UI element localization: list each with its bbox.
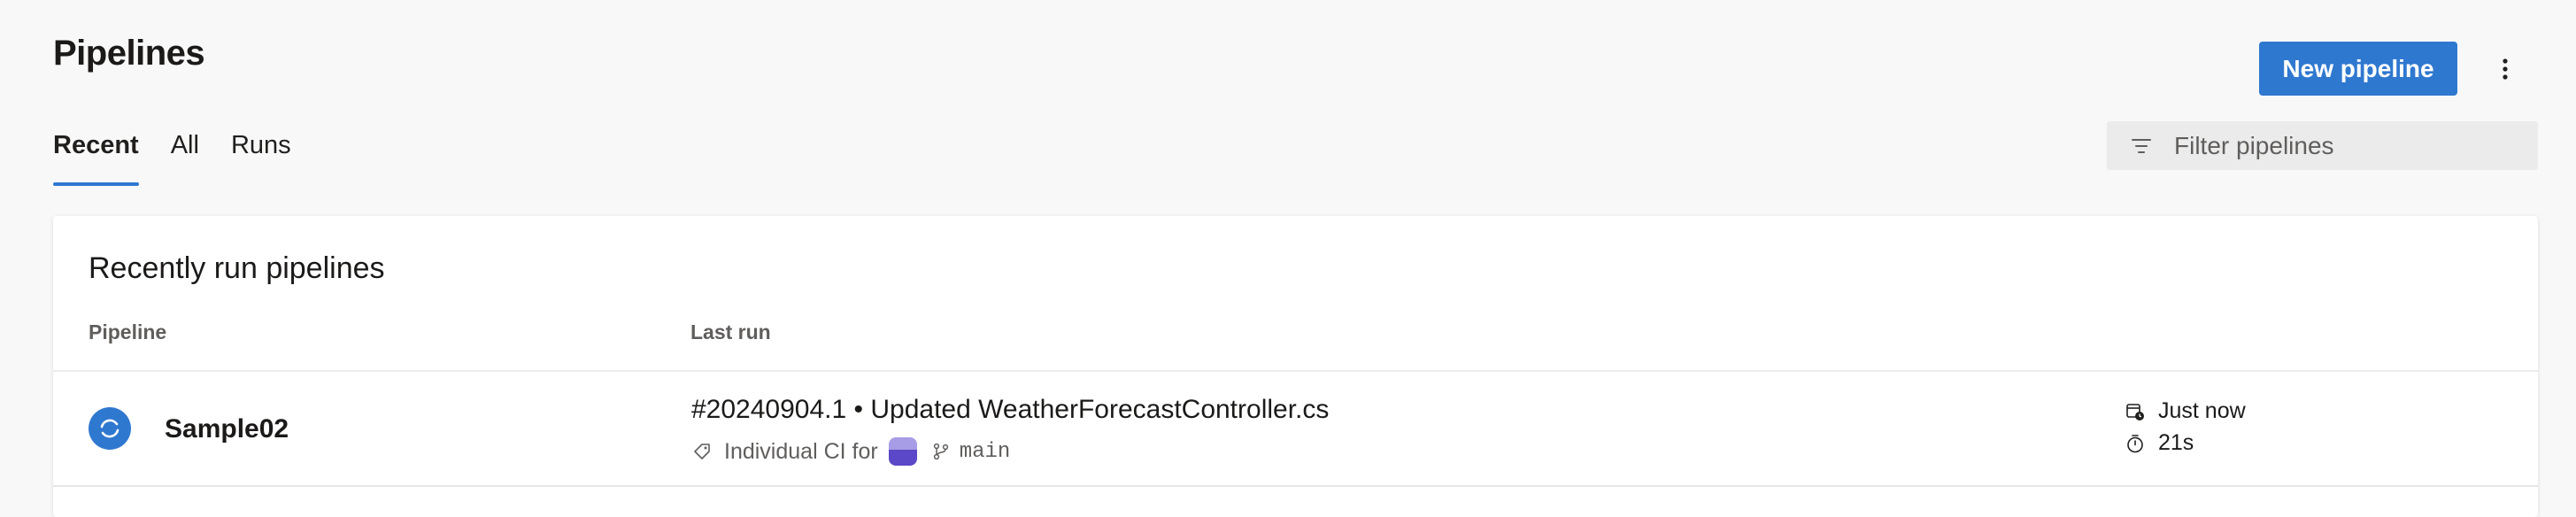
trigger-text: Individual CI for [724,438,878,464]
in-progress-icon [89,407,131,450]
new-pipeline-button[interactable]: New pipeline [2259,42,2457,96]
run-title-link[interactable]: #20240904.1 • Updated WeatherForecastCon… [691,395,1329,425]
run-time: Just now [2125,398,2246,424]
tab-all[interactable]: All [171,126,199,189]
recent-pipelines-card: Recently run pipelines Pipeline Last run… [53,216,2538,517]
pipeline-name-link[interactable]: Sample02 [165,414,289,444]
more-vertical-icon [2502,58,2509,81]
row-divider [53,485,2538,487]
filter-pipelines-input[interactable] [2172,130,2530,161]
tab-runs[interactable]: Runs [231,126,291,189]
run-meta: Individual CI for main [692,437,1010,466]
filter-icon [2130,135,2153,158]
run-time-text: Just now [2158,398,2246,423]
more-options-button[interactable] [2486,50,2525,89]
branch-icon [931,442,951,461]
tab-bar: Recent All Runs [53,126,323,189]
filter-box [2107,121,2538,170]
branch-name: main [959,439,1011,464]
card-title: Recently run pipelines [89,251,385,285]
calendar-clock-icon [2125,401,2146,422]
run-duration: 21s [2125,430,2194,456]
tab-recent[interactable]: Recent [53,126,139,189]
run-duration-text: 21s [2158,430,2194,455]
header-divider [53,370,2538,372]
stopwatch-icon [2125,433,2146,454]
column-header-last-run: Last run [690,320,771,343]
tag-icon [692,442,712,461]
page-title: Pipelines [53,34,205,73]
column-header-pipeline: Pipeline [89,320,167,343]
user-avatar [888,437,917,466]
